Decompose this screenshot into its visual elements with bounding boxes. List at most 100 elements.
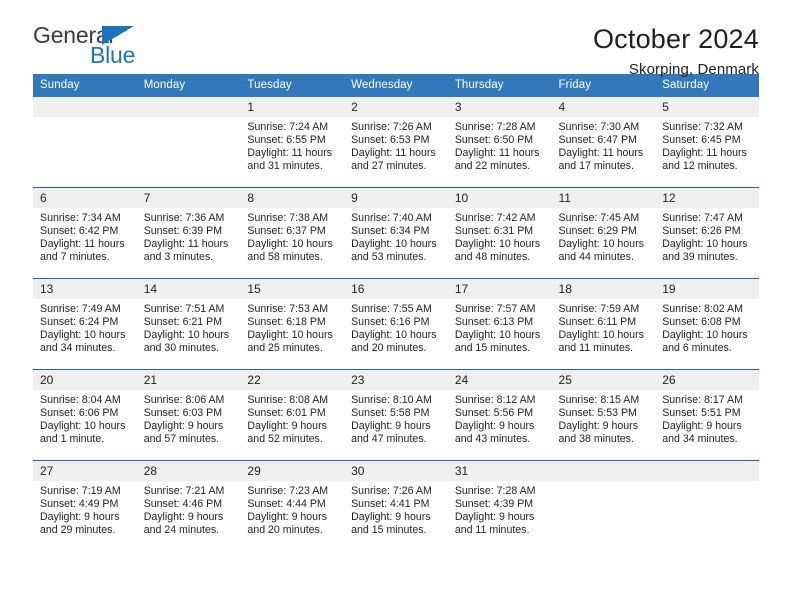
calendar-day-cell[interactable]: 12 Sunrise: 7:47 AM Sunset: 6:26 PM Dayligh… bbox=[655, 188, 759, 278]
sunrise-time: Sunrise: 7:53 AM bbox=[247, 303, 329, 315]
daylight-duration-line1: Daylight: 9 hours bbox=[351, 420, 431, 433]
day-details: Sunrise: 7:38 AM Sunset: 6:37 PM Daylight:… bbox=[240, 208, 344, 264]
daylight-duration-line2: and 20 minutes. bbox=[351, 342, 427, 355]
day-number: 4 bbox=[551, 97, 656, 117]
calendar-day-cell[interactable]: 25 Sunrise: 8:15 AM Sunset: 5:53 PM Dayligh… bbox=[551, 370, 656, 460]
day-number bbox=[655, 461, 759, 481]
calendar-day-cell[interactable]: 23 Sunrise: 8:10 AM Sunset: 5:58 PM Dayligh… bbox=[344, 370, 448, 460]
day-details: Sunrise: 7:21 AM Sunset: 4:46 PM Daylight:… bbox=[137, 481, 241, 537]
sunrise-time: Sunrise: 7:36 AM bbox=[143, 212, 225, 224]
day-details: Sunrise: 8:15 AM Sunset: 5:53 PM Daylight:… bbox=[552, 390, 656, 446]
daylight-duration-line2: and 22 minutes. bbox=[454, 160, 531, 173]
daylight-duration-line2: and 20 minutes. bbox=[247, 524, 323, 537]
day-number: 18 bbox=[551, 279, 656, 299]
calendar-day-cell[interactable]: 29 Sunrise: 7:23 AM Sunset: 4:44 PM Dayligh… bbox=[240, 461, 345, 551]
calendar-day-cell[interactable]: 20 Sunrise: 8:04 AM Sunset: 6:06 PM Dayligh… bbox=[33, 370, 137, 460]
day-number: 7 bbox=[136, 188, 241, 208]
day-number: 6 bbox=[33, 188, 137, 208]
sunrise-time: Sunrise: 7:49 AM bbox=[40, 303, 121, 315]
day-number: 22 bbox=[240, 370, 345, 390]
calendar-day-cell[interactable]: 19 Sunrise: 8:02 AM Sunset: 6:08 PM Dayligh… bbox=[655, 279, 759, 369]
daylight-duration-line1: Daylight: 9 hours bbox=[454, 420, 535, 433]
sunset-time: Sunset: 4:46 PM bbox=[143, 498, 223, 511]
calendar-day-cell[interactable]: 30 Sunrise: 7:26 AM Sunset: 4:41 PM Dayligh… bbox=[344, 461, 448, 551]
sunrise-time: Sunrise: 7:38 AM bbox=[247, 212, 329, 224]
calendar-day-cell[interactable]: 11 Sunrise: 7:45 AM Sunset: 6:29 PM Dayligh… bbox=[551, 188, 656, 278]
sunset-time: Sunset: 6:34 PM bbox=[351, 225, 430, 238]
sunrise-time: Sunrise: 7:28 AM bbox=[454, 121, 536, 133]
generalblue-logo: General Blue bbox=[33, 24, 161, 72]
calendar-day-cell[interactable]: 8 Sunrise: 7:38 AM Sunset: 6:37 PM Daylight… bbox=[240, 188, 345, 278]
daylight-duration-line1: Daylight: 11 hours bbox=[558, 147, 644, 160]
calendar-day-cell[interactable]: 21 Sunrise: 8:06 AM Sunset: 6:03 PM Dayligh… bbox=[136, 370, 241, 460]
calendar-day-cell[interactable]: 17 Sunrise: 7:57 AM Sunset: 6:13 PM Dayligh… bbox=[447, 279, 552, 369]
calendar-day-cell[interactable]: 26 Sunrise: 8:17 AM Sunset: 5:51 PM Dayligh… bbox=[655, 370, 759, 460]
sunset-time: Sunset: 5:58 PM bbox=[351, 407, 430, 420]
calendar-day-cell[interactable]: 22 Sunrise: 8:08 AM Sunset: 6:01 PM Dayligh… bbox=[240, 370, 345, 460]
calendar-day-cell[interactable]: 5 Sunrise: 7:32 AM Sunset: 6:45 PM Daylight… bbox=[655, 97, 759, 187]
day-details: Sunrise: 8:02 AM Sunset: 6:08 PM Daylight:… bbox=[655, 299, 759, 355]
day-number: 19 bbox=[655, 279, 759, 299]
daylight-duration-line2: and 52 minutes. bbox=[247, 433, 323, 446]
day-number: 30 bbox=[344, 461, 448, 481]
calendar-day-cell[interactable]: 27 Sunrise: 7:19 AM Sunset: 4:49 PM Dayligh… bbox=[33, 461, 137, 551]
calendar-day-cell[interactable]: 7 Sunrise: 7:36 AM Sunset: 6:39 PM Daylight… bbox=[136, 188, 241, 278]
daylight-duration-line1: Daylight: 10 hours bbox=[558, 238, 644, 251]
daylight-duration-line1: Daylight: 10 hours bbox=[351, 329, 437, 342]
day-details: Sunrise: 7:26 AM Sunset: 4:41 PM Daylight:… bbox=[344, 481, 448, 537]
calendar-week-row: 20 Sunrise: 8:04 AM Sunset: 6:06 PM Dayligh… bbox=[33, 369, 759, 461]
day-number: 17 bbox=[447, 279, 552, 299]
sunset-time: Sunset: 4:49 PM bbox=[40, 498, 119, 511]
calendar-day-cell[interactable]: 18 Sunrise: 7:59 AM Sunset: 6:11 PM Dayligh… bbox=[551, 279, 656, 369]
daylight-duration-line1: Daylight: 9 hours bbox=[40, 511, 120, 524]
daylight-duration-line2: and 34 minutes. bbox=[662, 433, 738, 446]
sunset-time: Sunset: 6:39 PM bbox=[143, 225, 223, 238]
calendar-day-cell[interactable]: 3 Sunrise: 7:28 AM Sunset: 6:50 PM Daylight… bbox=[447, 97, 552, 187]
day-details: Sunrise: 8:12 AM Sunset: 5:56 PM Daylight:… bbox=[448, 390, 552, 446]
calendar-day-cell[interactable]: 24 Sunrise: 8:12 AM Sunset: 5:56 PM Dayligh… bbox=[447, 370, 552, 460]
title-block: October 2024 Skorping, Denmark bbox=[593, 24, 759, 78]
calendar-day-cell-empty bbox=[655, 461, 759, 551]
calendar-day-cell[interactable]: 16 Sunrise: 7:55 AM Sunset: 6:16 PM Dayligh… bbox=[344, 279, 448, 369]
calendar-day-cell[interactable]: 31 Sunrise: 7:28 AM Sunset: 4:39 PM Dayligh… bbox=[447, 461, 552, 551]
daylight-duration-line2: and 30 minutes. bbox=[143, 342, 220, 355]
sunset-time: Sunset: 6:21 PM bbox=[143, 316, 223, 329]
calendar-day-cell[interactable]: 28 Sunrise: 7:21 AM Sunset: 4:46 PM Dayligh… bbox=[136, 461, 241, 551]
calendar-day-cell[interactable]: 13 Sunrise: 7:49 AM Sunset: 6:24 PM Dayligh… bbox=[33, 279, 137, 369]
sunset-time: Sunset: 5:53 PM bbox=[558, 407, 637, 420]
daylight-duration-line2: and 6 minutes. bbox=[662, 342, 732, 355]
calendar-day-cell[interactable]: 4 Sunrise: 7:30 AM Sunset: 6:47 PM Daylight… bbox=[551, 97, 656, 187]
daylight-duration-line1: Daylight: 9 hours bbox=[143, 511, 224, 524]
daylight-duration-line2: and 25 minutes. bbox=[247, 342, 323, 355]
sunset-time: Sunset: 6:37 PM bbox=[247, 225, 326, 238]
day-number: 5 bbox=[655, 97, 759, 117]
calendar-day-cell[interactable]: 14 Sunrise: 7:51 AM Sunset: 6:21 PM Dayligh… bbox=[136, 279, 241, 369]
sunset-time: Sunset: 6:45 PM bbox=[662, 134, 741, 147]
calendar-day-cell[interactable]: 10 Sunrise: 7:42 AM Sunset: 6:31 PM Dayligh… bbox=[447, 188, 552, 278]
calendar-day-cell[interactable]: 2 Sunrise: 7:26 AM Sunset: 6:53 PM Daylight… bbox=[344, 97, 448, 187]
calendar-page: General Blue October 2024 Skorping, Denm… bbox=[0, 0, 792, 612]
daylight-duration-line2: and 48 minutes. bbox=[454, 251, 531, 264]
daylight-duration-line2: and 43 minutes. bbox=[454, 433, 531, 446]
daylight-duration-line2: and 27 minutes. bbox=[351, 160, 427, 173]
sunrise-time: Sunrise: 8:15 AM bbox=[558, 394, 640, 406]
day-details: Sunrise: 7:40 AM Sunset: 6:34 PM Daylight:… bbox=[344, 208, 448, 264]
sunset-time: Sunset: 6:06 PM bbox=[40, 407, 119, 420]
calendar-day-cell[interactable]: 1 Sunrise: 7:24 AM Sunset: 6:55 PM Daylight… bbox=[240, 97, 345, 187]
sunrise-time: Sunrise: 7:30 AM bbox=[558, 121, 640, 133]
calendar-day-cell[interactable]: 15 Sunrise: 7:53 AM Sunset: 6:18 PM Dayligh… bbox=[240, 279, 345, 369]
day-details: Sunrise: 7:42 AM Sunset: 6:31 PM Daylight:… bbox=[448, 208, 552, 264]
calendar-day-cell-empty bbox=[33, 97, 137, 187]
daylight-duration-line2: and 31 minutes. bbox=[247, 160, 323, 173]
calendar-day-cell[interactable]: 9 Sunrise: 7:40 AM Sunset: 6:34 PM Daylight… bbox=[344, 188, 448, 278]
weekday-header-wednesday: Wednesday bbox=[344, 74, 448, 97]
day-details: Sunrise: 7:59 AM Sunset: 6:11 PM Daylight:… bbox=[552, 299, 656, 355]
day-number: 21 bbox=[136, 370, 241, 390]
sunset-time: Sunset: 4:41 PM bbox=[351, 498, 430, 511]
sunset-time: Sunset: 6:08 PM bbox=[662, 316, 741, 329]
daylight-duration-line2: and 38 minutes. bbox=[558, 433, 634, 446]
calendar-day-cell[interactable]: 6 Sunrise: 7:34 AM Sunset: 6:42 PM Daylight… bbox=[33, 188, 137, 278]
sunrise-time: Sunrise: 7:40 AM bbox=[351, 212, 432, 224]
day-number: 27 bbox=[33, 461, 137, 481]
sunset-time: Sunset: 5:56 PM bbox=[454, 407, 534, 420]
